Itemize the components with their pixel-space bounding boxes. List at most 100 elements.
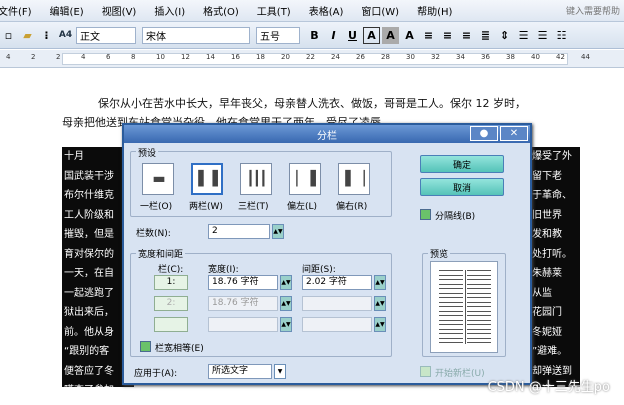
align-center-button[interactable]: ≡ [439, 27, 456, 44]
style-combo[interactable]: 正文 [76, 26, 136, 44]
ruler-number: 42 [556, 53, 565, 61]
preview-line [467, 342, 491, 343]
ruler[interactable]: 4 2 2 4 6 8 10 12 14 16 18 20 22 24 26 28 30 32 34 36 38 40 42… [0, 50, 624, 68]
preset-0-icon[interactable]: ▬ [142, 163, 174, 195]
preset-4-icon[interactable]: ▌▕ [338, 163, 370, 195]
selected-line: 旧世界 [532, 209, 562, 221]
col-spacing-input[interactable]: 2.02 字符 [302, 275, 372, 290]
ruler-number: 8 [131, 53, 136, 61]
equal-width-checkbox[interactable] [140, 341, 151, 352]
open-icon[interactable]: ▰ [19, 27, 36, 44]
col-number [154, 317, 188, 332]
line-spacing-button[interactable]: ⇕ [496, 27, 513, 44]
size-value: 五号 [260, 31, 280, 43]
underline-button[interactable]: U [344, 27, 361, 44]
selected-line: 花园门 [532, 307, 562, 318]
help-search-box[interactable]: 键入需要帮助 [566, 4, 620, 17]
menu-item-7[interactable]: 窗口(W) [361, 3, 399, 18]
char-scale-button[interactable]: A [401, 27, 418, 44]
ruler-number: 12 [181, 53, 190, 61]
bullets-button[interactable]: ☰ [534, 27, 551, 44]
apply-to-label: 应用于(A): [134, 369, 178, 379]
char-shading-button[interactable]: A [382, 26, 399, 44]
ok-button[interactable]: 确定 [420, 155, 504, 173]
bold-button[interactable]: B [306, 27, 323, 44]
preview-divider [465, 270, 466, 344]
menu-item-0[interactable]: 文件(F) [0, 3, 32, 18]
preset-2-icon[interactable]: ┃┃┃ [240, 163, 272, 195]
preview-line [467, 324, 491, 325]
col-number: 2: [154, 296, 188, 311]
col-spacing-input[interactable] [302, 296, 372, 311]
ruler-number: 4 [81, 53, 86, 61]
preset-3-icon[interactable]: ▏▐ [289, 163, 321, 195]
indent-button[interactable]: ☷ [553, 27, 570, 44]
col-spacing-input[interactable] [302, 317, 372, 332]
preview-line [467, 310, 491, 312]
col-width-spinner[interactable]: ▲▼ [280, 317, 292, 332]
num-cols-spinner[interactable]: ▲▼ [272, 224, 284, 239]
preview-line [467, 288, 491, 289]
new-col-checkbox[interactable] [420, 366, 431, 377]
equal-width-label: 栏宽相等(E) [155, 344, 204, 354]
selected-line: 从监 [532, 287, 552, 299]
ruler-number: 14 [206, 53, 215, 61]
ruler-number: 28 [381, 53, 390, 61]
menu-item-6[interactable]: 表格(A) [309, 3, 344, 18]
col-spacing-spinner[interactable]: ▲▼ [374, 317, 386, 332]
preview-line [467, 319, 491, 321]
preset-1-label: 两栏(W) [189, 202, 223, 212]
selected-line: 于革命、 [532, 190, 572, 201]
col-spacing-spinner[interactable]: ▲▼ [374, 275, 386, 290]
preview-line [467, 274, 491, 276]
ruler-number: 20 [281, 53, 290, 61]
size-combo[interactable]: 五号 [256, 26, 300, 44]
menu-item-4[interactable]: 格式(O) [203, 3, 239, 18]
align-left-button[interactable]: ≡ [420, 27, 437, 44]
divider-checkbox[interactable] [420, 209, 431, 220]
toolbar-options-icon[interactable]: ⁝ [38, 27, 55, 44]
col-width-spinner[interactable]: ▲▼ [280, 275, 292, 290]
ruler-number: 4 [6, 53, 11, 61]
preset-4-label: 偏右(R) [336, 202, 368, 212]
preset-1-icon[interactable]: ▌▐ [191, 163, 223, 195]
numbering-button[interactable]: ☰ [515, 27, 532, 44]
preview-line [439, 283, 463, 285]
preview-line [467, 328, 491, 330]
cancel-label: 取消 [452, 183, 471, 194]
apply-to-dropdown-icon[interactable]: ▼ [274, 364, 286, 379]
font-combo[interactable]: 宋体 [142, 26, 250, 44]
menu-item-2[interactable]: 视图(V) [102, 3, 137, 18]
ruler-number: 40 [531, 53, 540, 61]
justify-button[interactable]: ≣ [477, 27, 494, 44]
preview-line [439, 342, 463, 343]
col-width-input[interactable]: 18.76 字符 [208, 296, 278, 311]
menu-item-5[interactable]: 工具(T) [257, 3, 291, 18]
menu-item-3[interactable]: 插入(I) [154, 3, 185, 18]
menu-item-1[interactable]: 编辑(E) [50, 3, 84, 18]
num-cols-input[interactable]: 2 [208, 224, 270, 239]
col-width-input[interactable]: 18.76 字符 [208, 275, 278, 290]
col-width-spinner[interactable]: ▲▼ [280, 296, 292, 311]
apply-to-select[interactable]: 所选文字 [208, 364, 272, 379]
help-icon[interactable]: ● [470, 126, 498, 141]
preview-line [439, 319, 463, 321]
align-right-button[interactable]: ≡ [458, 27, 475, 44]
dialog-titlebar[interactable]: 分栏 ● ✕ [124, 125, 530, 143]
cancel-button[interactable]: 取消 [420, 178, 504, 196]
italic-button[interactable]: I [325, 27, 342, 44]
styles-icon[interactable]: A4 [57, 27, 74, 44]
col-spacing-spinner[interactable]: ▲▼ [374, 296, 386, 311]
selected-line: 朱赫莱 [532, 268, 562, 279]
selected-line: 爆受了外 [532, 151, 572, 162]
col-header: 栏(C): [158, 265, 184, 275]
preview-line [439, 288, 463, 289]
divider-label: 分隔线(B) [435, 212, 476, 222]
col-width-input[interactable] [208, 317, 278, 332]
ruler-number: 2 [31, 53, 36, 61]
menu-item-8[interactable]: 帮助(H) [417, 3, 452, 18]
close-icon[interactable]: ✕ [500, 126, 528, 141]
selected-line: ”避难。 [532, 346, 568, 357]
preset-0-label: 一栏(O) [140, 202, 173, 212]
char-border-button[interactable]: A [363, 26, 380, 44]
